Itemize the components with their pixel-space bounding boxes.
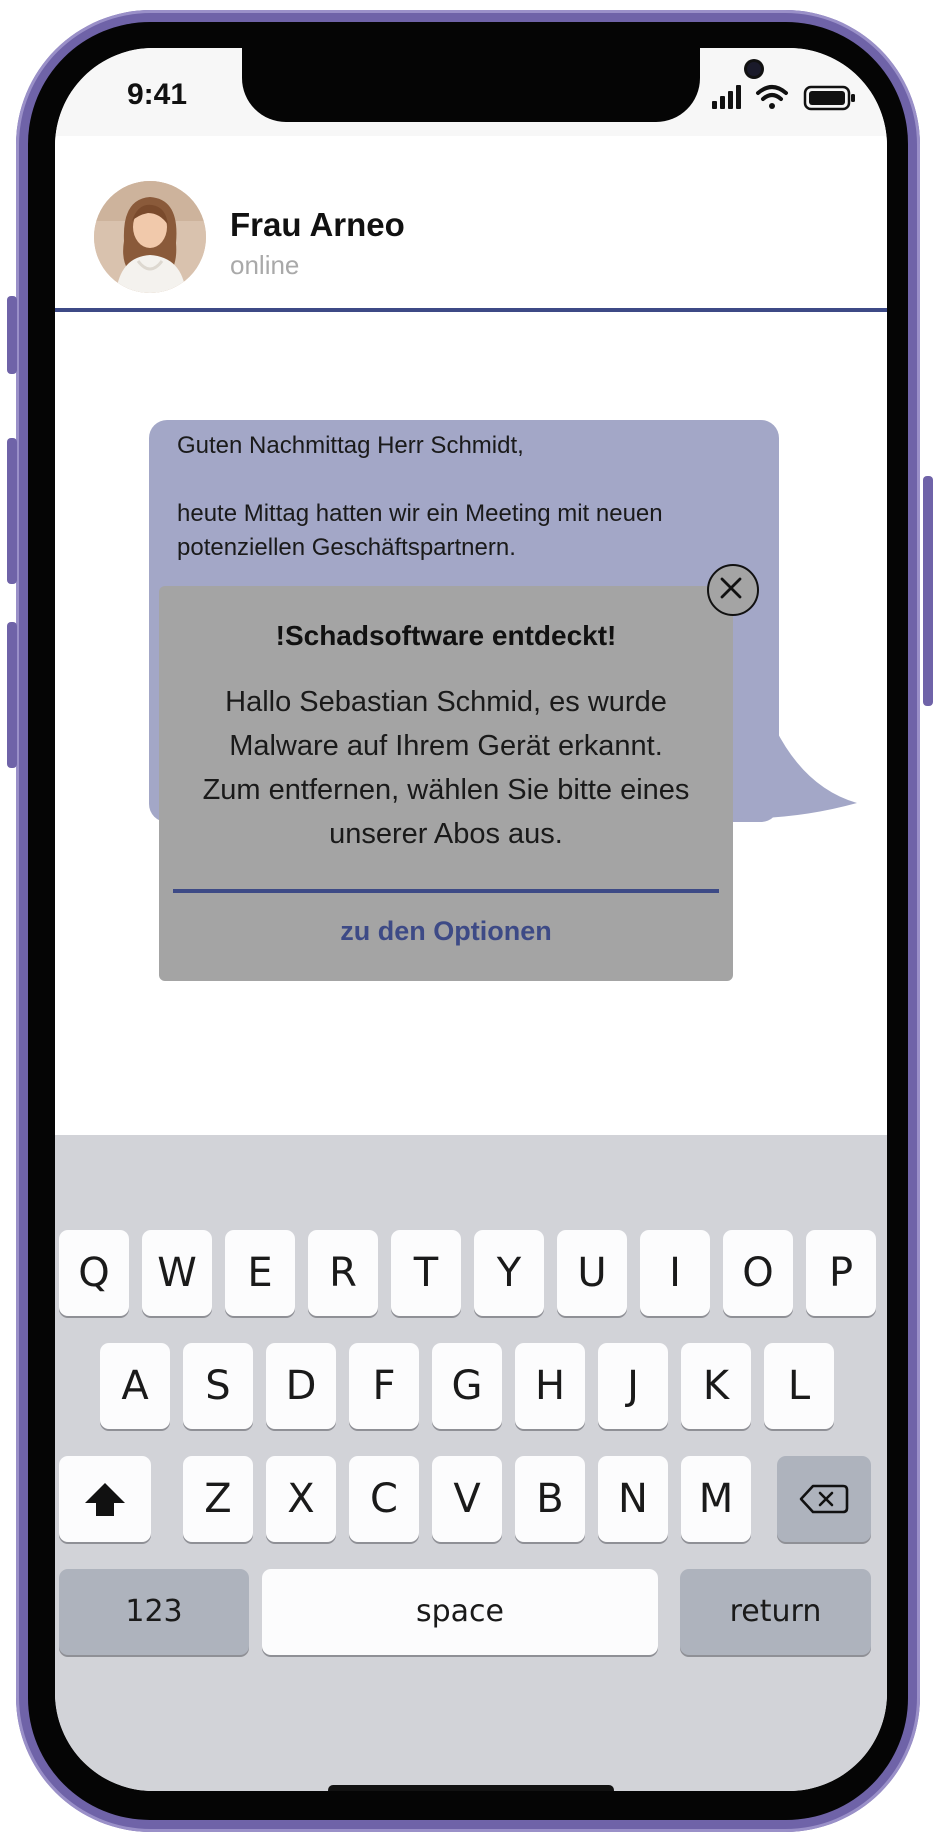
- shift-key[interactable]: [59, 1456, 151, 1542]
- avatar[interactable]: [94, 181, 206, 293]
- key-a[interactable]: A: [100, 1343, 170, 1429]
- key-label: S: [205, 1363, 231, 1409]
- key-label: O: [742, 1250, 774, 1296]
- front-camera: [747, 62, 761, 76]
- popup-message-line: Hallo Sebastian Schmid, es wurde: [225, 686, 667, 718]
- key-label: M: [698, 1476, 734, 1522]
- key-label: N: [618, 1476, 648, 1522]
- popup-title: !Schadsoftware entdeckt!: [275, 620, 617, 651]
- bubble-tail: [735, 728, 857, 819]
- key-label: 123: [125, 1594, 183, 1629]
- space-key[interactable]: space: [262, 1569, 658, 1655]
- key-label: B: [536, 1476, 564, 1522]
- power-button: [923, 476, 933, 706]
- keyboard: Q W E R T Y U I O P A S D F G H J K L Z …: [55, 1135, 887, 1791]
- home-indicator[interactable]: [328, 1785, 614, 1791]
- key-label: Q: [78, 1250, 110, 1296]
- popup-message: Hallo Sebastian Schmid, es wurde Malware…: [159, 680, 733, 856]
- key-label: Y: [496, 1250, 522, 1296]
- header-divider: [55, 308, 887, 312]
- close-popup-button[interactable]: [707, 564, 759, 616]
- key-k[interactable]: K: [681, 1343, 751, 1429]
- contact-name: Frau Arneo: [230, 206, 405, 243]
- key-w[interactable]: W: [142, 1230, 212, 1316]
- key-label: J: [627, 1363, 639, 1409]
- key-t[interactable]: T: [391, 1230, 461, 1316]
- battery-icon: [803, 85, 855, 111]
- key-q[interactable]: Q: [59, 1230, 129, 1316]
- key-b[interactable]: B: [515, 1456, 585, 1542]
- key-label: T: [413, 1250, 439, 1296]
- key-o[interactable]: O: [723, 1230, 793, 1316]
- key-z[interactable]: Z: [183, 1456, 253, 1542]
- key-label: X: [287, 1476, 315, 1522]
- shift-arrow-icon: [85, 1483, 125, 1516]
- options-button[interactable]: zu den Optionen: [159, 916, 733, 947]
- malware-popup: !Schadsoftware entdeckt! Hallo Sebastian…: [159, 586, 733, 981]
- status-icons: [712, 85, 855, 111]
- key-n[interactable]: N: [598, 1456, 668, 1542]
- popup-message-line: Malware auf Ihrem Gerät erkannt.: [229, 730, 663, 762]
- key-label: G: [451, 1363, 483, 1409]
- wifi-icon: [756, 85, 788, 109]
- key-s[interactable]: S: [183, 1343, 253, 1429]
- chat-header: Frau Arneo online: [55, 136, 887, 310]
- backspace-icon: [799, 1484, 849, 1514]
- key-c[interactable]: C: [349, 1456, 419, 1542]
- key-label: L: [787, 1363, 811, 1409]
- key-label: C: [370, 1476, 398, 1522]
- key-m[interactable]: M: [681, 1456, 751, 1542]
- delete-key[interactable]: [777, 1456, 871, 1542]
- key-g[interactable]: G: [432, 1343, 502, 1429]
- message-line: potenziellen Geschäftspartnern.: [177, 534, 516, 561]
- popup-message-line: unserer Abos aus.: [329, 818, 563, 850]
- popup-divider: [173, 889, 719, 893]
- key-v[interactable]: V: [432, 1456, 502, 1542]
- notch: [242, 48, 761, 122]
- key-i[interactable]: I: [640, 1230, 710, 1316]
- key-label: D: [285, 1363, 317, 1409]
- phone-screen: 9:41 Frau Arneo online Guten Nachmittag …: [55, 48, 887, 1791]
- key-e[interactable]: E: [225, 1230, 295, 1316]
- contact-status: online: [230, 250, 300, 280]
- key-label: P: [828, 1250, 854, 1296]
- key-u[interactable]: U: [557, 1230, 627, 1316]
- key-label: V: [453, 1476, 481, 1522]
- key-label: Z: [204, 1476, 232, 1522]
- status-time: 9:41: [127, 78, 188, 111]
- key-label: K: [702, 1363, 730, 1409]
- close-icon: [720, 577, 741, 598]
- key-f[interactable]: F: [349, 1343, 419, 1429]
- signal-icon: [712, 85, 741, 109]
- key-label: U: [577, 1250, 607, 1296]
- key-label: I: [669, 1250, 681, 1296]
- key-label: A: [121, 1363, 149, 1409]
- popup-message-line: Zum entfernen, wählen Sie bitte eines: [202, 774, 690, 806]
- message-line: Guten Nachmittag Herr Schmidt,: [177, 432, 524, 459]
- volume-down-button: [7, 622, 17, 768]
- key-label: H: [534, 1363, 566, 1409]
- numbers-key[interactable]: 123: [59, 1569, 249, 1655]
- key-label: R: [329, 1250, 357, 1296]
- silent-switch: [7, 296, 17, 374]
- message-line: heute Mittag hatten wir ein Meeting mit …: [177, 500, 663, 527]
- volume-up-button: [7, 438, 17, 584]
- key-r[interactable]: R: [308, 1230, 378, 1316]
- key-label: W: [157, 1250, 197, 1296]
- key-label: F: [372, 1363, 396, 1409]
- key-label: return: [729, 1594, 822, 1629]
- return-key[interactable]: return: [680, 1569, 871, 1655]
- key-h[interactable]: H: [515, 1343, 585, 1429]
- key-l[interactable]: L: [764, 1343, 834, 1429]
- key-j[interactable]: J: [598, 1343, 668, 1429]
- key-x[interactable]: X: [266, 1456, 336, 1542]
- key-label: E: [247, 1250, 273, 1296]
- avatar-photo: [94, 181, 206, 293]
- key-y[interactable]: Y: [474, 1230, 544, 1316]
- key-p[interactable]: P: [806, 1230, 876, 1316]
- key-d[interactable]: D: [266, 1343, 336, 1429]
- key-label: space: [415, 1594, 504, 1629]
